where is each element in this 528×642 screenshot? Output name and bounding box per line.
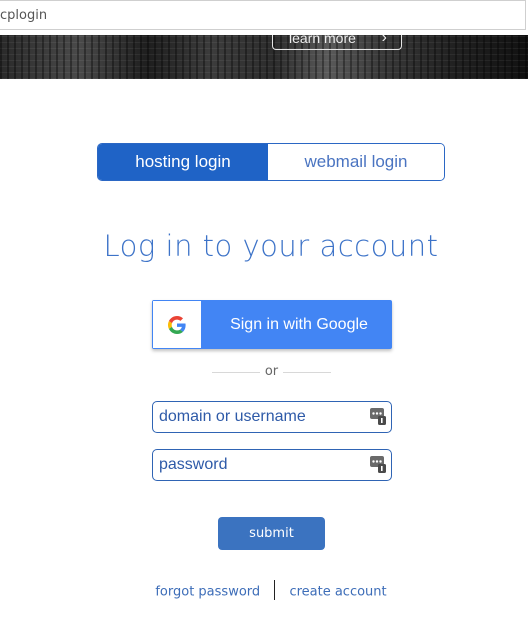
username-field-container (152, 401, 392, 433)
page-title: Log in to your account (103, 229, 439, 263)
account-links: forgot password create account (0, 580, 528, 604)
username-input[interactable] (159, 406, 359, 428)
password-manager-icon[interactable] (370, 456, 386, 473)
learn-more-label: learn more (289, 35, 356, 46)
tab-webmail-login[interactable]: webmail login (268, 144, 444, 180)
forgot-password-link[interactable]: forgot password (155, 585, 260, 600)
url-text: cplogin (0, 8, 48, 23)
google-logo-icon (168, 315, 186, 334)
password-manager-icon[interactable] (370, 408, 386, 425)
divider-line-right (283, 372, 331, 373)
google-logo-container (153, 301, 201, 348)
login-type-tabs: hosting login webmail login (97, 143, 445, 181)
password-input[interactable] (159, 454, 359, 476)
password-field-container (152, 449, 392, 481)
chevron-right-icon: › (381, 35, 387, 46)
learn-more-button[interactable]: learn more › (272, 35, 402, 50)
or-divider: or (212, 364, 331, 380)
google-sign-in-button[interactable]: Sign in with Google (152, 300, 392, 349)
address-bar[interactable]: cplogin (0, 0, 526, 30)
google-sign-in-label: Sign in with Google (230, 316, 368, 333)
submit-button[interactable]: submit (218, 517, 325, 550)
link-separator (274, 580, 276, 600)
hero-banner: learn more › (0, 35, 528, 79)
tab-hosting-login[interactable]: hosting login (98, 144, 268, 180)
hero-background (0, 35, 528, 79)
create-account-link[interactable]: create account (289, 585, 386, 600)
